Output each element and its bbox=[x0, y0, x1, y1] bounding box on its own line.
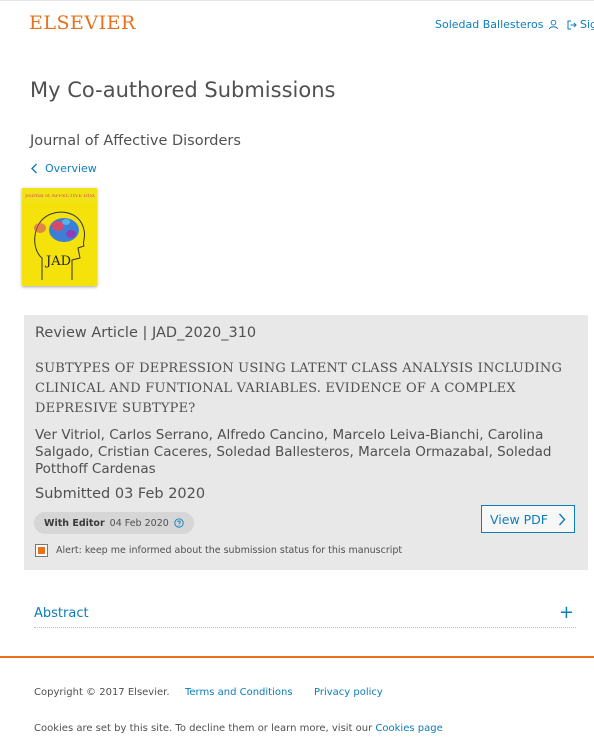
plus-icon[interactable]: + bbox=[559, 602, 574, 623]
help-icon[interactable] bbox=[174, 518, 184, 528]
article-type: Review Article | JAD_2020_310 bbox=[35, 325, 257, 341]
elsevier-logo[interactable]: ELSEVIER bbox=[29, 12, 136, 34]
article-title: SUBTYPES OF DEPRESSION USING LATENT CLAS… bbox=[35, 361, 563, 416]
article-authors: Ver Vitriol, Carlos Serrano, Alfredo Can… bbox=[35, 427, 552, 477]
alert-text: Alert: keep me informed about the submis… bbox=[56, 545, 403, 556]
cover-jad-logo: JAD bbox=[46, 254, 72, 269]
privacy-link[interactable]: Privacy policy bbox=[314, 687, 383, 698]
abstract-accordion[interactable]: Abstract + bbox=[34, 602, 576, 628]
user-name[interactable]: Soledad Ballesteros bbox=[435, 18, 543, 31]
chevron-right-icon bbox=[558, 513, 566, 525]
sign-out-link[interactable]: Sig bbox=[567, 18, 594, 31]
overview-label[interactable]: Overview bbox=[45, 162, 97, 175]
cookies-page-link[interactable]: Cookies page bbox=[375, 723, 442, 734]
user-icon bbox=[549, 19, 559, 30]
top-header: ELSEVIER Soledad Ballesteros Sig bbox=[0, 0, 594, 51]
footer-divider bbox=[0, 656, 594, 658]
head-illustration bbox=[34, 211, 86, 280]
terms-link[interactable]: Terms and Conditions bbox=[185, 687, 293, 698]
sign-out-icon bbox=[567, 20, 577, 29]
abstract-label[interactable]: Abstract bbox=[34, 606, 89, 621]
cookies-notice: Cookies are set by this site. To decline… bbox=[34, 723, 443, 734]
status-badge[interactable]: With Editor 04 Feb 2020 bbox=[34, 512, 194, 534]
checkbox-checked-mark bbox=[38, 547, 45, 554]
cookies-text: Cookies are set by this site. To decline… bbox=[34, 723, 373, 734]
page-title: My Co-authored Submissions bbox=[30, 78, 336, 102]
view-pdf-label: View PDF bbox=[490, 511, 548, 527]
journal-name: Journal of Affective Disorders bbox=[30, 133, 241, 149]
status-alert: Alert: keep me informed about the submis… bbox=[35, 544, 402, 557]
submission-card: Review Article | JAD_2020_310 SUBTYPES O… bbox=[24, 315, 588, 570]
submitted-date: Submitted 03 Feb 2020 bbox=[35, 486, 206, 502]
user-menu[interactable]: Soledad Ballesteros bbox=[435, 18, 559, 31]
status-label: With Editor bbox=[44, 517, 105, 529]
overview-link[interactable]: Overview bbox=[30, 162, 97, 175]
status-date: 04 Feb 2020 bbox=[109, 517, 169, 529]
view-pdf-button[interactable]: View PDF bbox=[481, 505, 575, 533]
chevron-left-icon bbox=[31, 163, 37, 174]
copyright-text: Copyright © 2017 Elsevier. bbox=[34, 687, 170, 698]
sign-out-label[interactable]: Sig bbox=[580, 18, 594, 31]
journal-cover-image: Journal of AFFECTIVE DISORDERS JAD bbox=[22, 188, 97, 286]
alert-checkbox[interactable] bbox=[35, 544, 48, 557]
